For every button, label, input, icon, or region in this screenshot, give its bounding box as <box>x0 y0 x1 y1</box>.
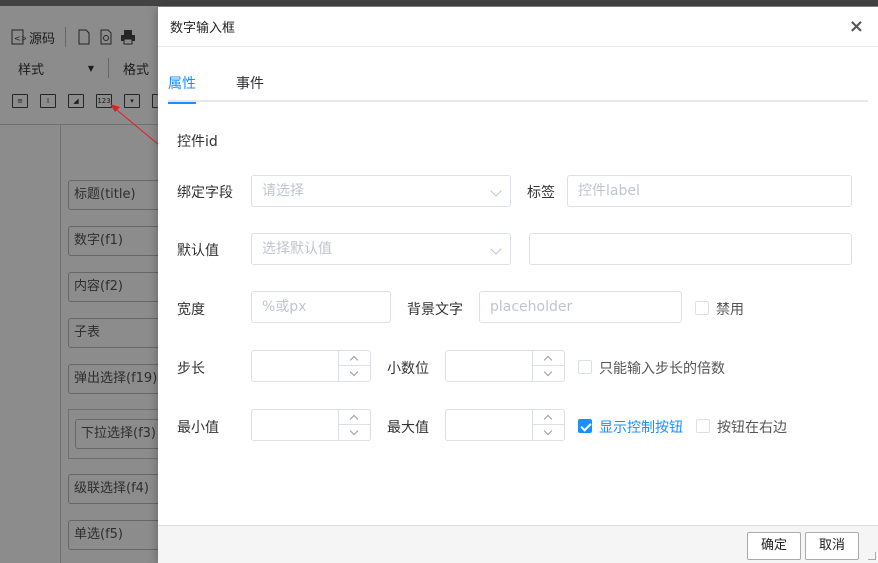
dialog-header: 数字输入框 × <box>158 7 878 47</box>
width-placeholder: %或px <box>262 299 307 315</box>
tag-label: 标签 <box>527 185 555 201</box>
ok-button[interactable]: 确定 <box>747 532 801 560</box>
chevron-down-icon <box>490 185 502 197</box>
bind-field-select[interactable]: 请选择 <box>251 175 511 207</box>
step-stepper[interactable] <box>251 350 371 382</box>
default-value-select[interactable]: 选择默认值 <box>251 233 511 265</box>
step-multiple-label: 只能输入步长的倍数 <box>599 361 725 377</box>
placeholder-input[interactable]: placeholder <box>479 291 682 323</box>
control-id-label: 控件id <box>177 134 218 150</box>
disabled-label: 禁用 <box>716 302 744 318</box>
stepper-down-icon[interactable] <box>339 366 370 381</box>
stepper-down-icon[interactable] <box>533 425 564 440</box>
cancel-button[interactable]: 取消 <box>805 532 859 560</box>
decimals-label: 小数位 <box>387 361 429 377</box>
stepper-up-icon[interactable] <box>533 351 564 366</box>
stepper-controls <box>338 410 370 440</box>
tag-placeholder: 控件label <box>578 183 640 199</box>
chevron-down-icon <box>490 243 502 255</box>
stepper-up-icon[interactable] <box>339 351 370 366</box>
tab-properties[interactable]: 属性 <box>168 73 196 104</box>
default-value-input[interactable] <box>529 233 852 265</box>
width-label: 宽度 <box>177 302 205 318</box>
show-controls-checkbox[interactable] <box>578 419 592 433</box>
dialog-title: 数字输入框 <box>170 21 236 36</box>
min-stepper[interactable] <box>251 409 371 441</box>
disabled-checkbox[interactable] <box>695 301 709 315</box>
number-input-dialog: 数字输入框 × 属性 事件 控件id 绑定字段 请选择 标签 控件label 默… <box>158 7 878 563</box>
placeholder-placeholder: placeholder <box>490 299 573 315</box>
dialog-tabs: 属性 事件 <box>168 69 868 104</box>
default-value-label: 默认值 <box>177 243 219 259</box>
stepper-controls <box>532 351 564 381</box>
resize-handle-icon[interactable] <box>868 552 876 560</box>
step-label: 步长 <box>177 361 205 377</box>
min-label: 最小值 <box>177 420 219 436</box>
show-controls-label: 显示控制按钮 <box>599 420 683 436</box>
stepper-up-icon[interactable] <box>339 410 370 425</box>
tab-events[interactable]: 事件 <box>236 73 264 104</box>
max-label: 最大值 <box>387 420 429 436</box>
dialog-footer: 确定 取消 <box>158 525 878 563</box>
stepper-up-icon[interactable] <box>533 410 564 425</box>
bind-field-placeholder: 请选择 <box>262 183 304 199</box>
stepper-down-icon[interactable] <box>533 366 564 381</box>
stepper-controls <box>338 351 370 381</box>
controls-right-label: 按钮在右边 <box>717 420 787 436</box>
bind-field-label: 绑定字段 <box>177 185 233 201</box>
default-value-placeholder: 选择默认值 <box>262 241 332 257</box>
bg-text-label: 背景文字 <box>407 302 463 318</box>
width-input[interactable]: %或px <box>251 291 391 323</box>
max-stepper[interactable] <box>445 409 565 441</box>
controls-right-checkbox[interactable] <box>696 419 710 433</box>
tag-input[interactable]: 控件label <box>567 175 852 207</box>
close-icon[interactable]: × <box>849 16 864 37</box>
decimals-stepper[interactable] <box>445 350 565 382</box>
step-multiple-checkbox[interactable] <box>578 360 592 374</box>
stepper-down-icon[interactable] <box>339 425 370 440</box>
stepper-controls <box>532 410 564 440</box>
